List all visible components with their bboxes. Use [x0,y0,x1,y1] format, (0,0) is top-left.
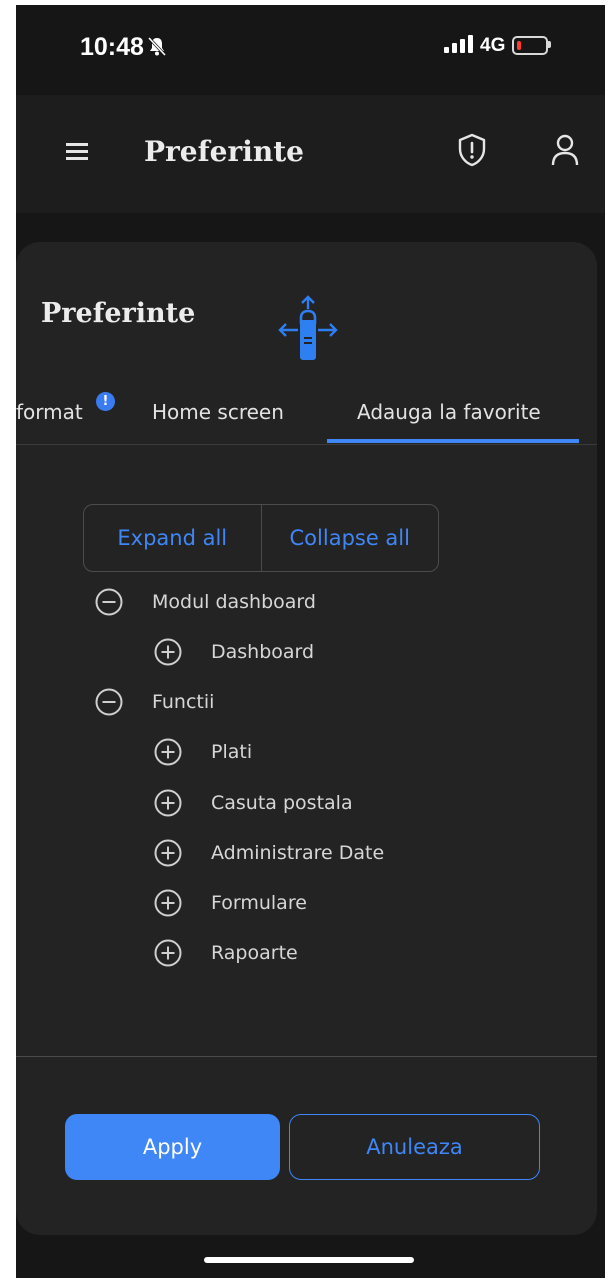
tab-format-label: format [16,400,83,424]
tab-adauga-la-favorite-label: Adauga la favorite [357,400,541,424]
expand-circle-icon[interactable] [153,888,183,918]
expand-circle-icon[interactable] [153,737,183,767]
tree-item: Modul dashboard [94,582,316,622]
collapse-all-button[interactable]: Collapse all [260,505,439,571]
battery-tip [548,41,551,48]
tree-item-label: Casuta postala [211,792,353,814]
phone-screen: 10:48 4G Preferinte Preferinte format ! … [16,5,605,1278]
tab-home-screen-label: Home screen [152,400,284,424]
apply-button[interactable]: Apply [65,1114,280,1180]
network-type: 4G [480,35,506,56]
tree-item: Administrare Date [153,833,384,873]
tab-home-screen[interactable]: Home screen [152,400,284,424]
cancel-button[interactable]: Anuleaza [289,1114,540,1180]
swipe-gesture-icon [278,295,338,360]
active-tab-indicator [327,439,579,443]
tree-item-label: Functii [152,691,215,713]
preferences-sheet: Preferinte format ! Home screen Adauga l… [16,242,597,1235]
tree-item: Rapoarte [153,933,298,973]
tab-bar: format ! Home screen Adauga la favorite [16,392,597,444]
tabs-divider [16,444,597,445]
home-indicator[interactable] [204,1257,414,1263]
tree-item: Casuta postala [153,783,353,823]
tree-item-label: Plati [211,741,253,763]
expand-collapse-group: Expand all Collapse all [83,504,439,572]
tab-format[interactable]: format [16,400,83,424]
expand-all-button[interactable]: Expand all [84,505,261,571]
expand-circle-icon[interactable] [153,637,183,667]
signal-icon [444,35,473,53]
collapse-circle-icon[interactable] [94,587,124,617]
top-app-bar: Preferinte [16,95,605,213]
tree-item: Plati [153,732,252,772]
battery-icon [512,36,548,55]
tree-item: Formulare [153,883,307,923]
status-time: 10:48 [80,33,144,61]
tree-item-label: Modul dashboard [152,591,316,613]
tab-adauga-la-favorite[interactable]: Adauga la favorite [357,400,541,424]
tree-item-label: Dashboard [211,641,315,663]
shield-alert-icon[interactable] [457,133,487,167]
tree-item-label: Rapoarte [211,942,298,964]
notification-badge: ! [96,392,115,411]
sheet-title: Preferinte [41,298,196,329]
bell-off-icon [147,36,167,57]
battery-level [517,41,521,50]
tree-item: Dashboard [153,632,314,672]
tree-item-label: Formulare [211,892,307,914]
menu-icon[interactable] [66,143,90,161]
expand-circle-icon[interactable] [153,788,183,818]
app-title: Preferinte [144,135,304,168]
expand-circle-icon[interactable] [153,938,183,968]
collapse-circle-icon[interactable] [94,687,124,717]
tree-item-label: Administrare Date [211,842,385,864]
user-icon[interactable] [550,133,580,167]
footer-divider [16,1056,597,1057]
expand-circle-icon[interactable] [153,838,183,868]
tree-item: Functii [94,682,214,722]
